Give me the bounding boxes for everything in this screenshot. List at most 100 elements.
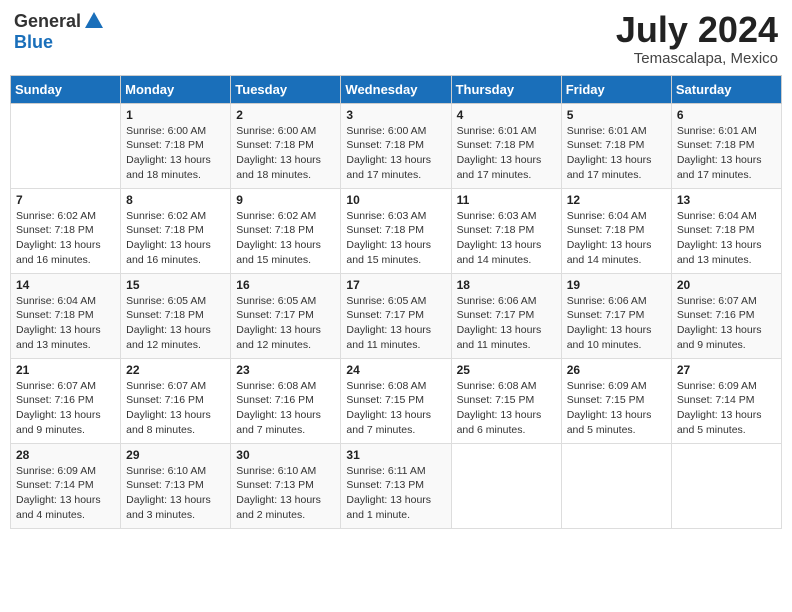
day-number: 18 <box>457 278 556 292</box>
day-number: 6 <box>677 108 776 122</box>
calendar-cell <box>11 103 121 188</box>
day-info: Sunrise: 6:00 AM Sunset: 7:18 PM Dayligh… <box>236 125 321 181</box>
calendar-cell: 7Sunrise: 6:02 AM Sunset: 7:18 PM Daylig… <box>11 188 121 273</box>
day-number: 2 <box>236 108 335 122</box>
calendar-cell: 13 Sunrise: 6:04 AM Sunset: 7:18 PM Dayli… <box>671 188 781 273</box>
calendar-cell: 9 Sunrise: 6:02 AM Sunset: 7:18 PM Daylig… <box>231 188 341 273</box>
calendar-body: 1 Sunrise: 6:00 AM Sunset: 7:18 PM Daylig… <box>11 103 782 528</box>
day-number: 28 <box>16 448 115 462</box>
calendar-cell <box>451 443 561 528</box>
day-number: 13 <box>677 193 776 207</box>
calendar-week-row: 14 Sunrise: 6:04 AM Sunset: 7:18 PM Dayli… <box>11 273 782 358</box>
day-info: Sunrise: 6:08 AM Sunset: 7:15 PM Dayligh… <box>457 380 542 436</box>
title-block: July 2024 Temascalapa, Mexico <box>616 10 778 67</box>
calendar-cell: 30 Sunrise: 6:10 AM Sunset: 7:13 PM Dayli… <box>231 443 341 528</box>
calendar-week-row: 21 Sunrise: 6:07 AM Sunset: 7:16 PM Dayli… <box>11 358 782 443</box>
day-info: Sunrise: 6:01 AM Sunset: 7:18 PM Dayligh… <box>567 125 652 181</box>
calendar-cell: 21 Sunrise: 6:07 AM Sunset: 7:16 PM Dayli… <box>11 358 121 443</box>
day-number: 1 <box>126 108 225 122</box>
calendar-cell: 15Sunrise: 6:05 AM Sunset: 7:18 PM Dayli… <box>121 273 231 358</box>
day-info: Sunrise: 6:07 AM Sunset: 7:16 PM Dayligh… <box>16 380 101 436</box>
day-info: Sunrise: 6:00 AM Sunset: 7:18 PM Dayligh… <box>346 125 431 181</box>
day-of-week-header: Saturday <box>671 75 781 103</box>
calendar-cell <box>671 443 781 528</box>
day-number: 8 <box>126 193 225 207</box>
day-number: 10 <box>346 193 445 207</box>
day-number: 21 <box>16 363 115 377</box>
day-info: Sunrise: 6:03 AM Sunset: 7:18 PM Dayligh… <box>346 210 431 266</box>
day-info: Sunrise: 6:01 AM Sunset: 7:18 PM Dayligh… <box>457 125 542 181</box>
day-number: 4 <box>457 108 556 122</box>
day-number: 17 <box>346 278 445 292</box>
day-number: 30 <box>236 448 335 462</box>
day-info: Sunrise: 6:04 AM Sunset: 7:18 PM Dayligh… <box>16 295 101 351</box>
day-info: Sunrise: 6:09 AM Sunset: 7:15 PM Dayligh… <box>567 380 652 436</box>
calendar-cell: 19Sunrise: 6:06 AM Sunset: 7:17 PM Dayli… <box>561 273 671 358</box>
calendar-week-row: 7Sunrise: 6:02 AM Sunset: 7:18 PM Daylig… <box>11 188 782 273</box>
day-of-week-header: Tuesday <box>231 75 341 103</box>
calendar-cell <box>561 443 671 528</box>
logo: General Blue <box>14 10 105 53</box>
calendar-cell: 6Sunrise: 6:01 AM Sunset: 7:18 PM Daylig… <box>671 103 781 188</box>
day-number: 16 <box>236 278 335 292</box>
day-number: 3 <box>346 108 445 122</box>
day-number: 12 <box>567 193 666 207</box>
day-info: Sunrise: 6:08 AM Sunset: 7:15 PM Dayligh… <box>346 380 431 436</box>
day-info: Sunrise: 6:10 AM Sunset: 7:13 PM Dayligh… <box>126 465 211 521</box>
calendar-header-row: SundayMondayTuesdayWednesdayThursdayFrid… <box>11 75 782 103</box>
calendar-cell: 11Sunrise: 6:03 AM Sunset: 7:18 PM Dayli… <box>451 188 561 273</box>
calendar-week-row: 1 Sunrise: 6:00 AM Sunset: 7:18 PM Daylig… <box>11 103 782 188</box>
day-info: Sunrise: 6:05 AM Sunset: 7:17 PM Dayligh… <box>236 295 321 351</box>
calendar-cell: 25 Sunrise: 6:08 AM Sunset: 7:15 PM Dayli… <box>451 358 561 443</box>
calendar-cell: 22Sunrise: 6:07 AM Sunset: 7:16 PM Dayli… <box>121 358 231 443</box>
day-number: 19 <box>567 278 666 292</box>
calendar-cell: 29 Sunrise: 6:10 AM Sunset: 7:13 PM Dayli… <box>121 443 231 528</box>
day-info: Sunrise: 6:02 AM Sunset: 7:18 PM Dayligh… <box>236 210 321 266</box>
day-info: Sunrise: 6:02 AM Sunset: 7:18 PM Dayligh… <box>126 210 211 266</box>
day-info: Sunrise: 6:09 AM Sunset: 7:14 PM Dayligh… <box>677 380 762 436</box>
day-info: Sunrise: 6:02 AM Sunset: 7:18 PM Dayligh… <box>16 210 101 266</box>
day-info: Sunrise: 6:11 AM Sunset: 7:13 PM Dayligh… <box>346 465 431 521</box>
calendar-cell: 3 Sunrise: 6:00 AM Sunset: 7:18 PM Daylig… <box>341 103 451 188</box>
day-of-week-header: Sunday <box>11 75 121 103</box>
day-number: 5 <box>567 108 666 122</box>
calendar-cell: 14 Sunrise: 6:04 AM Sunset: 7:18 PM Dayli… <box>11 273 121 358</box>
day-number: 24 <box>346 363 445 377</box>
day-number: 9 <box>236 193 335 207</box>
day-number: 23 <box>236 363 335 377</box>
day-number: 15 <box>126 278 225 292</box>
month-year-title: July 2024 <box>616 10 778 50</box>
calendar-cell: 24 Sunrise: 6:08 AM Sunset: 7:15 PM Dayli… <box>341 358 451 443</box>
calendar-cell: 26 Sunrise: 6:09 AM Sunset: 7:15 PM Dayli… <box>561 358 671 443</box>
day-number: 20 <box>677 278 776 292</box>
day-info: Sunrise: 6:10 AM Sunset: 7:13 PM Dayligh… <box>236 465 321 521</box>
day-info: Sunrise: 6:04 AM Sunset: 7:18 PM Dayligh… <box>567 210 652 266</box>
calendar-cell: 31 Sunrise: 6:11 AM Sunset: 7:13 PM Dayli… <box>341 443 451 528</box>
calendar-cell: 8 Sunrise: 6:02 AM Sunset: 7:18 PM Daylig… <box>121 188 231 273</box>
day-info: Sunrise: 6:04 AM Sunset: 7:18 PM Dayligh… <box>677 210 762 266</box>
day-number: 31 <box>346 448 445 462</box>
calendar-cell: 27Sunrise: 6:09 AM Sunset: 7:14 PM Dayli… <box>671 358 781 443</box>
day-number: 25 <box>457 363 556 377</box>
day-info: Sunrise: 6:06 AM Sunset: 7:17 PM Dayligh… <box>457 295 542 351</box>
day-info: Sunrise: 6:09 AM Sunset: 7:14 PM Dayligh… <box>16 465 101 521</box>
calendar-cell: 20 Sunrise: 6:07 AM Sunset: 7:16 PM Dayli… <box>671 273 781 358</box>
calendar-cell: 28 Sunrise: 6:09 AM Sunset: 7:14 PM Dayli… <box>11 443 121 528</box>
day-number: 29 <box>126 448 225 462</box>
calendar-cell: 10 Sunrise: 6:03 AM Sunset: 7:18 PM Dayli… <box>341 188 451 273</box>
calendar-cell: 18 Sunrise: 6:06 AM Sunset: 7:17 PM Dayli… <box>451 273 561 358</box>
day-of-week-header: Friday <box>561 75 671 103</box>
calendar-week-row: 28 Sunrise: 6:09 AM Sunset: 7:14 PM Dayli… <box>11 443 782 528</box>
day-number: 14 <box>16 278 115 292</box>
calendar-cell: 17Sunrise: 6:05 AM Sunset: 7:17 PM Dayli… <box>341 273 451 358</box>
calendar-cell: 2 Sunrise: 6:00 AM Sunset: 7:18 PM Daylig… <box>231 103 341 188</box>
page-header: General Blue July 2024 Temascalapa, Mexi… <box>10 10 782 67</box>
calendar-cell: 12 Sunrise: 6:04 AM Sunset: 7:18 PM Dayli… <box>561 188 671 273</box>
calendar-table: SundayMondayTuesdayWednesdayThursdayFrid… <box>10 75 782 529</box>
day-info: Sunrise: 6:07 AM Sunset: 7:16 PM Dayligh… <box>677 295 762 351</box>
day-info: Sunrise: 6:07 AM Sunset: 7:16 PM Dayligh… <box>126 380 211 436</box>
day-info: Sunrise: 6:03 AM Sunset: 7:18 PM Dayligh… <box>457 210 542 266</box>
day-number: 26 <box>567 363 666 377</box>
day-of-week-header: Monday <box>121 75 231 103</box>
day-of-week-header: Wednesday <box>341 75 451 103</box>
